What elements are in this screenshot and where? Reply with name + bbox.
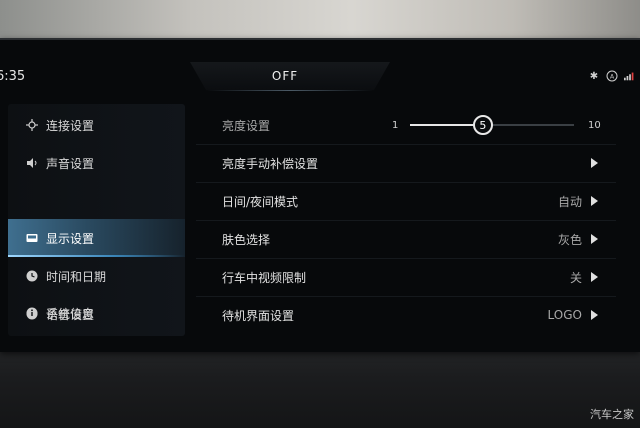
brightness-row: 亮度设置 1 5 10 [196,106,616,145]
row-label: 日间/夜间模式 [222,194,299,209]
infotainment-screen: 6:35 OFF ✱ A 连接设置 声音设置 显示设置 时间和日期 语音设置 系… [0,38,640,352]
sidebar-item-label: 连接设置 [46,118,95,133]
row-value: 灰色 [557,232,582,247]
watermark: 汽车之家 [590,408,634,421]
connection-icon [26,119,38,131]
brightness-slider-knob[interactable]: 5 [472,115,493,135]
status-icons: ✱ A [588,70,636,82]
sidebar-item-time-date[interactable]: 时间和日期 [8,257,185,295]
photo-background-bottom [0,345,640,428]
sidebar-item-sound[interactable]: 声音设置 [8,144,185,182]
status-bar: 6:35 OFF ✱ A [0,40,640,91]
brightness-max-label: 10 [588,119,601,131]
info-icon [26,307,38,319]
list-item-day-night-mode[interactable]: 日间/夜间模式 自动 [196,182,616,221]
sidebar-item-label: 系统信息 [46,306,95,321]
row-label: 行车中视频限制 [222,270,307,285]
sidebar-item-system-info[interactable]: 系统信息 [8,294,185,332]
row-value: 关 [569,270,582,285]
ac-status-label[interactable]: OFF [255,69,315,83]
sidebar-item-label: 显示设置 [46,231,95,246]
list-item-skin-color[interactable]: 肤色选择 灰色 [196,220,616,259]
list-item-standby-screen[interactable]: 待机界面设置 LOGO [196,296,616,334]
row-value: LOGO [547,308,582,322]
display-settings-panel: 亮度设置 1 5 10 亮度手动补偿设置 日间/夜间模式 自动 肤色选择 灰色 … [196,104,616,342]
chevron-right-icon [591,310,598,320]
sidebar-item-label: 声音设置 [46,156,95,171]
sidebar-item-display[interactable]: 显示设置 [8,219,185,257]
row-value: 自动 [557,194,582,209]
brightness-min-label: 1 [392,119,399,131]
sidebar-item-label: 时间和日期 [46,269,107,284]
tab-underline [206,90,374,91]
list-item-driving-video-limit[interactable]: 行车中视频限制 关 [196,258,616,297]
clock-icon [26,270,38,282]
brightness-slider-fill [410,124,483,126]
chevron-right-icon [591,158,598,168]
chevron-right-icon [591,196,598,206]
list-item-brightness-compensation[interactable]: 亮度手动补偿设置 [196,144,616,183]
signal-icon [624,70,636,82]
chevron-right-icon [591,234,598,244]
row-label: 肤色选择 [222,232,271,247]
brightness-label: 亮度设置 [222,118,271,133]
speaker-icon [26,157,38,169]
display-icon [26,232,38,244]
auto-climate-icon: A [606,70,618,82]
sidebar-item-connection[interactable]: 连接设置 [8,106,185,144]
bluetooth-icon: ✱ [589,70,599,82]
row-label: 亮度手动补偿设置 [222,156,319,171]
svg-text:A: A [610,74,615,81]
chevron-right-icon [591,272,598,282]
clock: 6:35 [0,69,26,84]
row-label: 待机界面设置 [222,308,295,323]
